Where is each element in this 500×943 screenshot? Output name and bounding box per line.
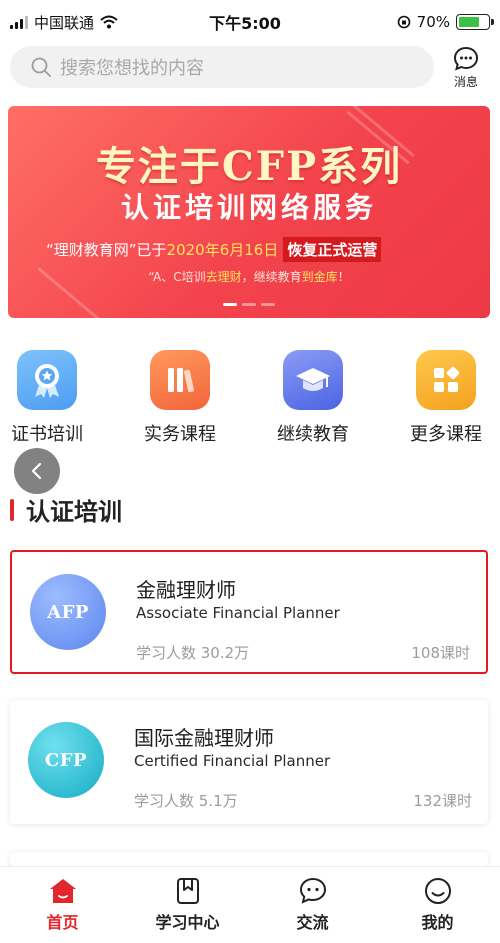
banner-dot[interactable] xyxy=(261,303,275,306)
course-name-en: Associate Financial Planner xyxy=(136,604,340,622)
quick-item-certificate[interactable]: 证书培训 xyxy=(0,350,102,446)
chat-icon xyxy=(299,877,326,904)
tab-profile[interactable]: 我的 xyxy=(375,867,500,943)
tab-label: 首页 xyxy=(46,913,79,932)
messages-button[interactable]: 消息 xyxy=(444,46,488,90)
section-title: 认证培训 xyxy=(26,498,122,526)
course-name-cn: 国际金融理财师 xyxy=(134,726,274,750)
status-left: 中国联通 xyxy=(10,12,180,33)
slogan-part-1: “A、C培训 xyxy=(148,270,206,284)
quick-item-more[interactable]: 更多课程 xyxy=(391,350,500,446)
tab-community[interactable]: 交流 xyxy=(250,867,375,943)
cfp-logo-text: CFP xyxy=(44,749,88,771)
tab-label: 学习中心 xyxy=(155,913,220,932)
banner-line-prefix: “理财教育网”已于 xyxy=(46,241,167,259)
afp-logo-text: AFP xyxy=(47,601,89,623)
chevron-left-icon xyxy=(31,462,42,480)
afp-logo: AFP xyxy=(30,574,106,650)
quick-label: 继续教育 xyxy=(277,424,349,445)
slogan-part-3: ，继续教育 xyxy=(241,270,302,284)
cfp-logo: CFP xyxy=(28,722,104,798)
banner-dot[interactable] xyxy=(242,303,256,306)
banner-tag: 恢复正式运营 xyxy=(282,236,383,263)
banner-date: 2020年6月16日 xyxy=(166,241,279,259)
battery-icon xyxy=(456,14,494,30)
course-learners: 学习人数 30.2万 xyxy=(136,644,250,662)
course-card-afp[interactable]: AFP 金融理财师 Associate Financial Planner 学习… xyxy=(10,550,488,674)
banner-title: 专注于CFP系列 xyxy=(95,143,403,190)
battery-percent: 70% xyxy=(416,13,450,31)
messages-label: 消息 xyxy=(453,75,478,89)
banner-slogan: “A、C培训去理财，继续教育到金库！ xyxy=(8,268,490,285)
signal-strength-icon xyxy=(10,15,28,29)
slogan-part-5: ！ xyxy=(337,270,350,284)
chat-bubble-icon xyxy=(453,46,479,71)
section-heading: 认证培训 xyxy=(10,492,122,527)
tab-home[interactable]: 首页 xyxy=(0,867,125,943)
home-icon xyxy=(49,879,76,903)
grid-more-icon xyxy=(416,350,476,410)
banner-dot[interactable] xyxy=(223,303,237,306)
wifi-icon xyxy=(100,15,118,29)
battery-level xyxy=(459,17,479,27)
banner-announcement: “理财教育网”已于 2020年6月16日 恢复正式运营 xyxy=(46,236,383,263)
books-icon xyxy=(150,350,210,410)
section-accent-bar xyxy=(10,498,14,521)
tab-learning-center[interactable]: 学习中心 xyxy=(125,867,250,943)
smiley-profile-icon xyxy=(424,878,451,904)
back-button[interactable] xyxy=(14,448,60,494)
course-hours: 132课时 xyxy=(413,792,472,810)
carrier-name: 中国联通 xyxy=(34,13,95,32)
search-input[interactable]: 搜索您想找的内容 xyxy=(10,46,434,88)
course-learners: 学习人数 5.1万 xyxy=(134,792,238,810)
quick-label: 更多课程 xyxy=(410,424,482,445)
course-name-cn: 金融理财师 xyxy=(136,578,236,602)
slogan-part-2: 去理财 xyxy=(205,270,242,284)
promo-banner[interactable]: 专注于CFP系列 认证培训网络服务 “理财教育网”已于 2020年6月16日 恢… xyxy=(8,106,490,318)
banner-subtitle: 认证培训网络服务 xyxy=(120,191,377,224)
course-card-partial[interactable] xyxy=(10,852,488,866)
bookmark-book-icon xyxy=(176,878,199,904)
banner-pagination xyxy=(8,303,490,306)
graduation-cap-icon xyxy=(283,350,343,410)
quick-item-continuing-education[interactable]: 继续教育 xyxy=(258,350,368,446)
status-right: 70% xyxy=(320,13,494,31)
quick-label: 证书培训 xyxy=(11,424,83,445)
tab-label: 我的 xyxy=(421,913,454,932)
course-hours: 108课时 xyxy=(411,644,470,662)
search-placeholder: 搜索您想找的内容 xyxy=(60,58,204,79)
quick-menu: 证书培训 实务课程 继续教育 更多课程 xyxy=(0,350,500,450)
certificate-badge-icon xyxy=(17,350,77,410)
status-time: 下午5:00 xyxy=(209,14,281,33)
status-bar: 中国联通 下午5:00 70% xyxy=(0,0,500,44)
bottom-tab-bar: 首页 学习中心 交流 我的 xyxy=(0,866,500,943)
course-name-en: Certified Financial Planner xyxy=(134,752,331,770)
tab-label: 交流 xyxy=(296,913,329,932)
search-row: 搜索您想找的内容 消息 xyxy=(0,46,500,90)
course-card-cfp[interactable]: CFP 国际金融理财师 Certified Financial Planner … xyxy=(10,700,488,824)
quick-label: 实务课程 xyxy=(144,424,216,445)
orientation-lock-icon xyxy=(397,15,410,29)
slogan-part-4: 到金库 xyxy=(301,270,338,284)
quick-item-practice[interactable]: 实务课程 xyxy=(125,350,235,446)
search-icon xyxy=(31,57,51,77)
